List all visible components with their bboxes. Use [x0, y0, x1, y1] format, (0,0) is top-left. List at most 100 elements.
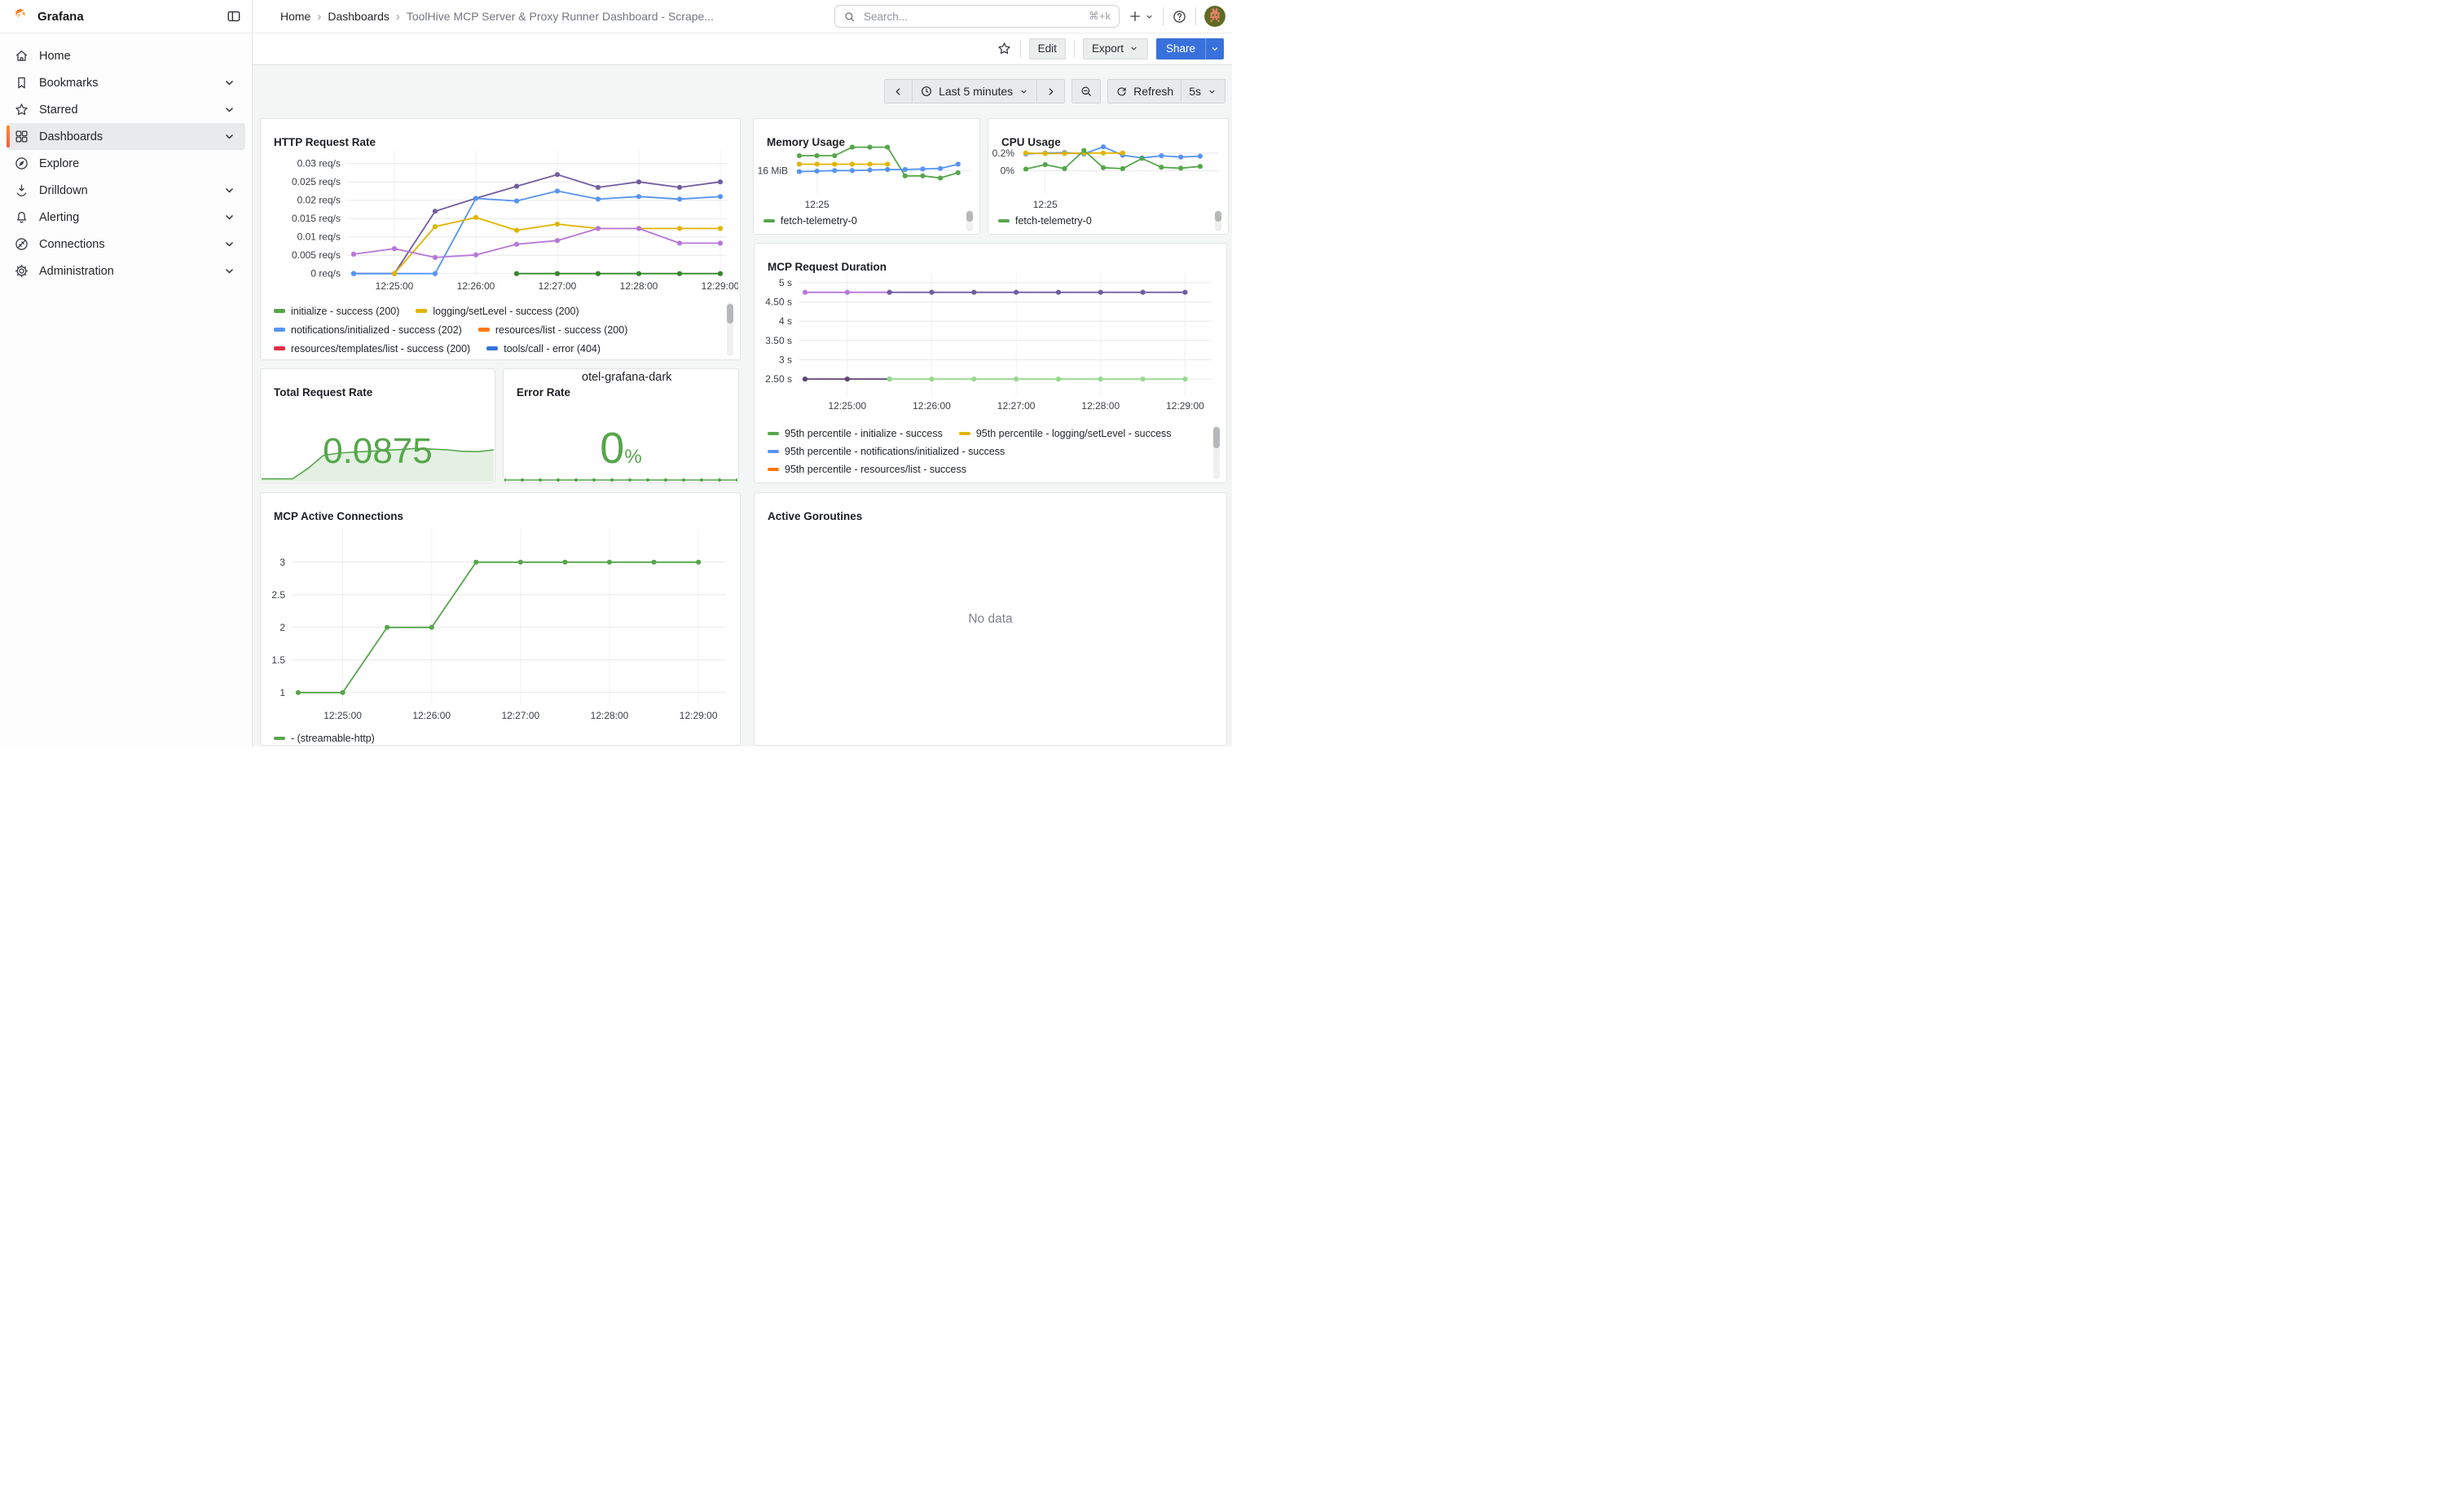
- share-button[interactable]: Share: [1156, 38, 1205, 59]
- legend-item[interactable]: fetch-telemetry-0: [998, 215, 1092, 227]
- chevron-down-icon[interactable]: [222, 236, 237, 252]
- panel-cpu-usage[interactable]: CPU Usage 12:250.2%0% fetch-telemetry-0: [988, 118, 1229, 235]
- svg-text:16 MiB: 16 MiB: [758, 165, 788, 176]
- refresh-button[interactable]: Refresh: [1108, 80, 1181, 103]
- svg-text:0.2%: 0.2%: [992, 148, 1015, 159]
- legend-item[interactable]: 95th percentile - initialize - success: [768, 428, 943, 439]
- panel-memory-usage[interactable]: Memory Usage 12:2516 MiB fetch-telemetry…: [753, 118, 980, 235]
- legend-item[interactable]: tools/call - error (404): [486, 343, 601, 355]
- cpu-usage-chart[interactable]: 12:250.2%0%: [990, 139, 1226, 212]
- mcp-active-connections-chart[interactable]: 12:25:0012:26:0012:27:0012:28:0012:29:00…: [264, 522, 737, 728]
- avatar-image: [1204, 6, 1225, 27]
- sidebar-item-administration[interactable]: Administration: [7, 258, 245, 284]
- chevron-down-icon[interactable]: [222, 209, 237, 225]
- http-request-rate-chart[interactable]: 12:25:0012:26:0012:27:0012:28:0012:29:00…: [264, 145, 738, 297]
- mcp-request-duration-chart[interactable]: 12:25:0012:26:0012:27:0012:28:0012:29:00…: [758, 266, 1224, 415]
- error-rate-unit: %: [624, 446, 641, 468]
- legend-item[interactable]: 95th percentile - resources/list - succe…: [768, 464, 966, 475]
- svg-text:12:28:00: 12:28:00: [620, 280, 658, 292]
- share-menu-button[interactable]: [1205, 38, 1224, 59]
- legend-item[interactable]: fetch-telemetry-0: [763, 215, 857, 227]
- panel-mcp-request-duration[interactable]: MCP Request Duration 12:25:0012:26:0012:…: [754, 243, 1227, 483]
- chevron-down-icon[interactable]: [222, 129, 237, 144]
- time-controls: Last 5 minutes Refresh 5s: [884, 79, 1225, 103]
- refresh-interval-picker[interactable]: 5s: [1181, 80, 1225, 103]
- sidebar-item-home[interactable]: Home: [7, 42, 245, 69]
- sidebar-item-drilldown[interactable]: Drilldown: [7, 177, 245, 204]
- export-button[interactable]: Export: [1083, 38, 1148, 59]
- legend-swatch: [998, 219, 1010, 223]
- chevron-down-icon[interactable]: [222, 75, 237, 90]
- svg-text:12:28:00: 12:28:00: [591, 710, 629, 721]
- sidebar-item-starred[interactable]: Starred: [7, 96, 245, 123]
- memory-legend: fetch-telemetry-0: [763, 215, 963, 233]
- chevron-left-icon: [892, 86, 904, 98]
- refresh-interval-label: 5s: [1189, 85, 1201, 98]
- memory-usage-chart[interactable]: 12:2516 MiB: [755, 139, 978, 212]
- svg-text:12:26:00: 12:26:00: [412, 710, 451, 721]
- search-box[interactable]: ⌘+k: [834, 5, 1120, 28]
- grafana-logo-icon: [11, 7, 29, 25]
- gear-icon: [14, 263, 29, 279]
- panel-active-goroutines[interactable]: Active Goroutines No data: [754, 492, 1227, 746]
- legend-item[interactable]: initialize - success (200): [274, 306, 399, 317]
- brand-name: Grafana: [37, 10, 84, 24]
- sidebar-item-connections[interactable]: Connections: [7, 231, 245, 258]
- sidebar-item-explore[interactable]: Explore: [7, 150, 245, 177]
- legend-item[interactable]: - (streamable-http): [274, 733, 375, 744]
- sidebar-item-dashboards[interactable]: Dashboards: [7, 123, 245, 150]
- svg-text:12:26:00: 12:26:00: [457, 280, 495, 292]
- http-legend: initialize - success (200) logging/setLev…: [274, 302, 722, 359]
- legend-swatch: [768, 450, 779, 454]
- favorite-star-button[interactable]: [997, 41, 1012, 56]
- chevron-down-icon[interactable]: [222, 102, 237, 117]
- divider: [1163, 7, 1164, 25]
- breadcrumb-dashboards[interactable]: Dashboards: [328, 10, 389, 23]
- legend-label: logging/setLevel - success (200): [433, 306, 579, 317]
- breadcrumb-separator: ›: [396, 10, 400, 24]
- divider: [1020, 40, 1021, 58]
- svg-text:2.5: 2.5: [271, 589, 285, 601]
- legend-swatch: [763, 219, 775, 223]
- sidebar-item-label: Starred: [39, 103, 78, 117]
- panel-error-rate[interactable]: Error Rate otel-grafana-dark 0%: [503, 368, 739, 483]
- svg-text:12:25:00: 12:25:00: [828, 400, 866, 412]
- compass-icon: [14, 156, 29, 171]
- legend-item[interactable]: resources/templates/list - success (200): [274, 343, 470, 355]
- legend-label: initialize - success (200): [291, 306, 399, 317]
- legend-scrollbar-thumb[interactable]: [727, 304, 733, 324]
- edit-button[interactable]: Edit: [1029, 38, 1066, 59]
- legend-scrollbar-thumb[interactable]: [1213, 427, 1220, 448]
- legend-item[interactable]: logging/setLevel - success (200): [416, 306, 579, 317]
- time-range-picker[interactable]: Last 5 minutes: [913, 80, 1037, 103]
- legend-scrollbar-thumb[interactable]: [966, 211, 973, 222]
- legend-item[interactable]: notifications/initialized - success (202…: [274, 324, 462, 336]
- chevron-down-icon[interactable]: [222, 263, 237, 279]
- legend-item[interactable]: resources/list - success (200): [478, 324, 628, 336]
- error-rate-number: 0: [600, 424, 624, 473]
- add-new-button[interactable]: [1128, 9, 1155, 24]
- user-avatar[interactable]: [1204, 6, 1225, 27]
- sidebar-item-label: Connections: [39, 238, 105, 251]
- chevron-down-icon: [1144, 11, 1155, 22]
- panel-http-request-rate[interactable]: HTTP Request Rate 12:25:0012:26:0012:27:…: [260, 118, 741, 360]
- panel-total-request-rate[interactable]: Total Request Rate 0.0875: [260, 368, 495, 483]
- chevron-down-icon[interactable]: [222, 183, 237, 198]
- help-button[interactable]: [1172, 9, 1187, 24]
- sidebar-collapse-button[interactable]: [226, 8, 242, 24]
- no-data-message: No data: [755, 493, 1226, 745]
- search-icon: [843, 11, 856, 23]
- time-shift-back-button[interactable]: [885, 80, 913, 103]
- panel-collapse-icon: [226, 8, 242, 24]
- home-icon: [14, 48, 29, 64]
- sidebar-item-alerting[interactable]: Alerting: [7, 204, 245, 231]
- panel-mcp-active-connections[interactable]: MCP Active Connections 12:25:0012:26:001…: [260, 492, 741, 746]
- legend-item[interactable]: 95th percentile - notifications/initiali…: [768, 446, 1005, 457]
- legend-scrollbar-thumb[interactable]: [1215, 211, 1221, 222]
- sidebar-item-bookmarks[interactable]: Bookmarks: [7, 69, 245, 96]
- legend-item[interactable]: 95th percentile - logging/setLevel - suc…: [959, 428, 1172, 439]
- time-shift-forward-button[interactable]: [1037, 80, 1064, 103]
- zoom-out-button[interactable]: [1072, 80, 1100, 103]
- search-input[interactable]: [862, 10, 1082, 24]
- breadcrumb-home[interactable]: Home: [280, 10, 310, 23]
